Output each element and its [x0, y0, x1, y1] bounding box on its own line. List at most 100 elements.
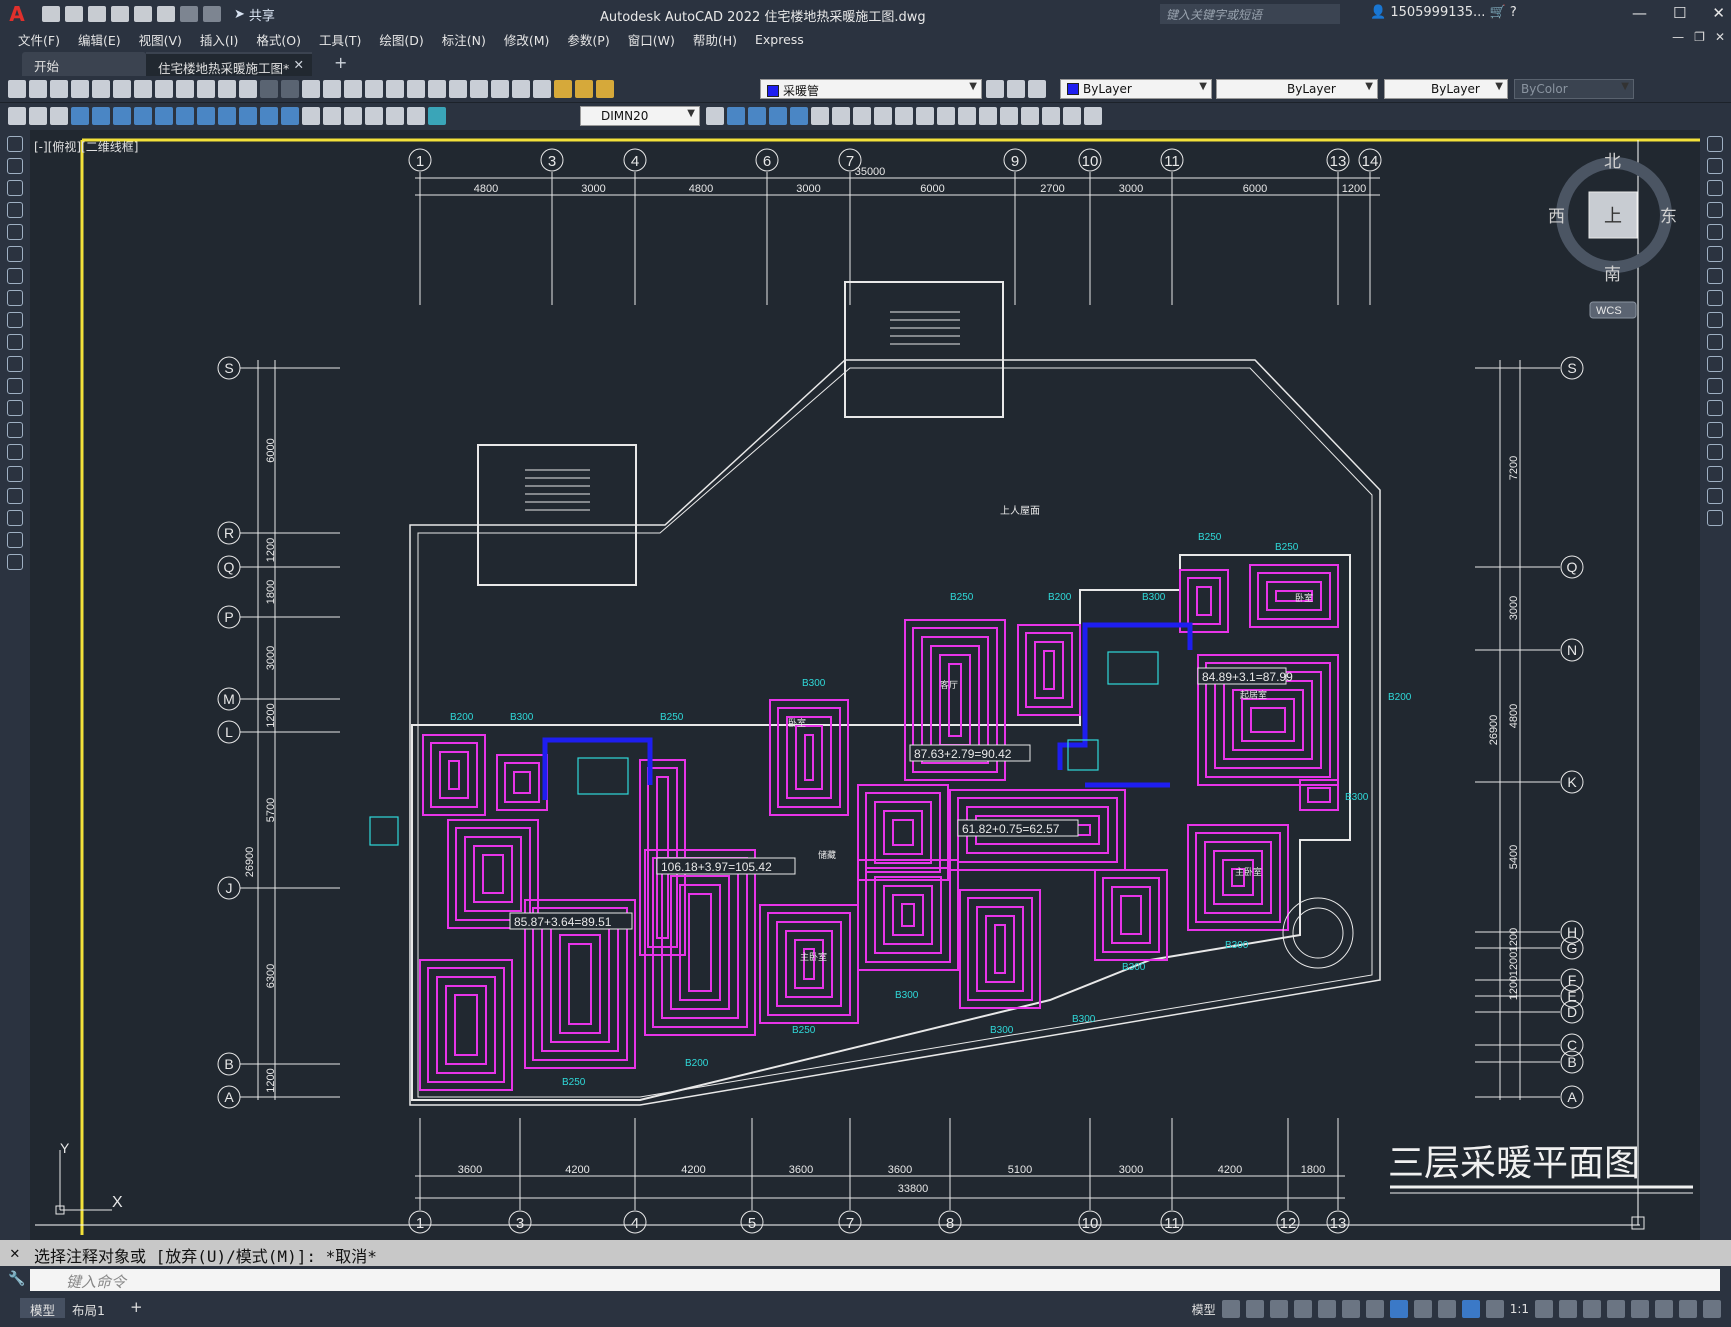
ellipse-icon[interactable] [7, 334, 23, 350]
zoom-window-icon[interactable] [344, 80, 362, 98]
block-editor-icon[interactable] [239, 80, 257, 98]
dim-update-icon[interactable] [428, 107, 446, 125]
isolate-objects-icon[interactable] [1631, 1300, 1649, 1318]
match-properties-icon[interactable] [218, 80, 236, 98]
wrench-icon[interactable]: 🔧 [8, 1271, 25, 1287]
break-at-point-icon[interactable] [1707, 378, 1723, 394]
annotation-scale[interactable]: 1:1 [1510, 1302, 1529, 1316]
lock-icon[interactable] [596, 80, 614, 98]
minimize-button[interactable]: — [1632, 4, 1647, 22]
dim-space-icon[interactable] [260, 107, 278, 125]
circle-icon[interactable] [7, 268, 23, 284]
layer-states-icon[interactable] [1028, 80, 1046, 98]
move-icon[interactable] [1707, 246, 1723, 262]
layer-isolate-icon[interactable] [727, 107, 745, 125]
menu-insert[interactable]: 插入(I) [191, 30, 247, 49]
inspection-icon[interactable] [344, 107, 362, 125]
ordinate-icon[interactable] [92, 107, 110, 125]
join-icon[interactable] [1707, 422, 1723, 438]
layer-thaw-icon[interactable] [937, 107, 955, 125]
preview-icon[interactable] [92, 80, 110, 98]
add-selected-icon[interactable] [7, 554, 23, 570]
break-icon[interactable] [1707, 400, 1723, 416]
layer-previous-icon[interactable] [1007, 80, 1025, 98]
baseline-icon[interactable] [218, 107, 236, 125]
help-icon[interactable] [512, 80, 530, 98]
draw-order-front-icon[interactable] [1000, 107, 1018, 125]
center-mark-icon[interactable] [323, 107, 341, 125]
print-icon[interactable] [157, 6, 175, 22]
user-account[interactable]: 👤 1505999135... 🛒 ? [1370, 5, 1517, 20]
blend-icon[interactable] [1707, 488, 1723, 504]
sheet-set-icon[interactable] [449, 80, 467, 98]
quick-dimension-icon[interactable] [8, 107, 26, 125]
spline-icon[interactable] [7, 312, 23, 328]
ellipse-arc-icon[interactable] [7, 356, 23, 372]
insert-block-icon[interactable] [7, 378, 23, 394]
rectangle-icon[interactable] [7, 224, 23, 240]
layer-merge-icon[interactable] [853, 107, 871, 125]
array-icon[interactable] [1707, 224, 1723, 240]
command-input[interactable]: 键入命令 [30, 1269, 1720, 1291]
design-center-icon[interactable] [407, 80, 425, 98]
object-snap-icon[interactable] [1389, 1300, 1408, 1318]
new-icon[interactable] [42, 6, 60, 22]
autocad-logo-icon[interactable]: A [0, 0, 34, 28]
annotation-visibility-icon[interactable] [1461, 1300, 1480, 1318]
clean-screen-icon[interactable] [1679, 1300, 1697, 1318]
menu-draw[interactable]: 绘图(D) [370, 30, 432, 49]
menu-edit[interactable]: 编辑(E) [69, 30, 130, 49]
linetype-dropdown[interactable]: ByLayer ▼ [1216, 79, 1378, 99]
workspace-gear-icon[interactable] [1535, 1300, 1553, 1318]
cart-icon[interactable]: 🛒 [1490, 5, 1506, 20]
model-space-label[interactable]: 模型 [1192, 1301, 1216, 1318]
layer-unlock-icon[interactable] [979, 107, 997, 125]
dimedit-icon[interactable] [386, 107, 404, 125]
layer-properties-icon[interactable] [533, 80, 551, 98]
calculator-icon[interactable] [491, 80, 509, 98]
table-icon[interactable] [7, 510, 23, 526]
tool-palettes-icon[interactable] [428, 80, 446, 98]
doc-restore-icon[interactable]: ❐ [1694, 30, 1705, 44]
dimtedit-icon[interactable] [407, 107, 425, 125]
color-dropdown[interactable]: ByLayer ▼ [1060, 79, 1212, 99]
draw-order-back-icon[interactable] [1021, 107, 1039, 125]
diameter-icon[interactable] [155, 107, 173, 125]
hardware-acceleration-icon[interactable] [1655, 1300, 1673, 1318]
hatch-icon[interactable] [7, 444, 23, 460]
copy-to-layer-icon[interactable] [895, 107, 913, 125]
extend-icon[interactable] [1707, 356, 1723, 372]
open-icon[interactable] [65, 6, 83, 22]
quick-dim-icon[interactable] [197, 107, 215, 125]
polygon-icon[interactable] [7, 202, 23, 218]
close-button[interactable]: ✕ [1712, 4, 1725, 22]
doc-minimize-icon[interactable]: — [1672, 30, 1684, 44]
viewcube[interactable]: 上 北 南 东 西 WCS [1548, 152, 1677, 319]
polar-icon[interactable] [1317, 1300, 1336, 1318]
pan-icon[interactable] [302, 80, 320, 98]
publish-icon[interactable] [113, 80, 131, 98]
layer-dropdown[interactable]: 采暖管 ▼ [760, 79, 982, 99]
undo-icon[interactable] [260, 80, 278, 98]
line-icon[interactable] [7, 136, 23, 152]
menu-view[interactable]: 视图(V) [130, 30, 191, 49]
tab-layout1[interactable]: 布局1 [62, 1298, 115, 1318]
menu-tools[interactable]: 工具(T) [310, 30, 370, 49]
arc-length-icon[interactable] [71, 107, 89, 125]
polyline-icon[interactable] [7, 180, 23, 196]
mirror-icon[interactable] [1707, 180, 1723, 196]
tab-drawing[interactable]: 住宅楼地热采暖施工图* ✕ [146, 52, 312, 76]
draw-order-above-icon[interactable] [1042, 107, 1060, 125]
qnew-icon[interactable] [8, 80, 26, 98]
maximize-button[interactable]: ☐ [1673, 4, 1686, 22]
copy-icon[interactable] [176, 80, 194, 98]
bulb-icon[interactable] [554, 80, 572, 98]
dimstyle-icon[interactable] [706, 107, 724, 125]
aligned-dimension-icon[interactable] [50, 107, 68, 125]
save-icon[interactable] [50, 80, 68, 98]
doc-close-icon[interactable]: ✕ [1715, 30, 1725, 44]
viewport-controls-label[interactable]: [-][俯视][二维线框] [34, 138, 138, 155]
gradient-icon[interactable] [7, 466, 23, 482]
revision-cloud-icon[interactable] [7, 290, 23, 306]
jogged-icon[interactable] [134, 107, 152, 125]
